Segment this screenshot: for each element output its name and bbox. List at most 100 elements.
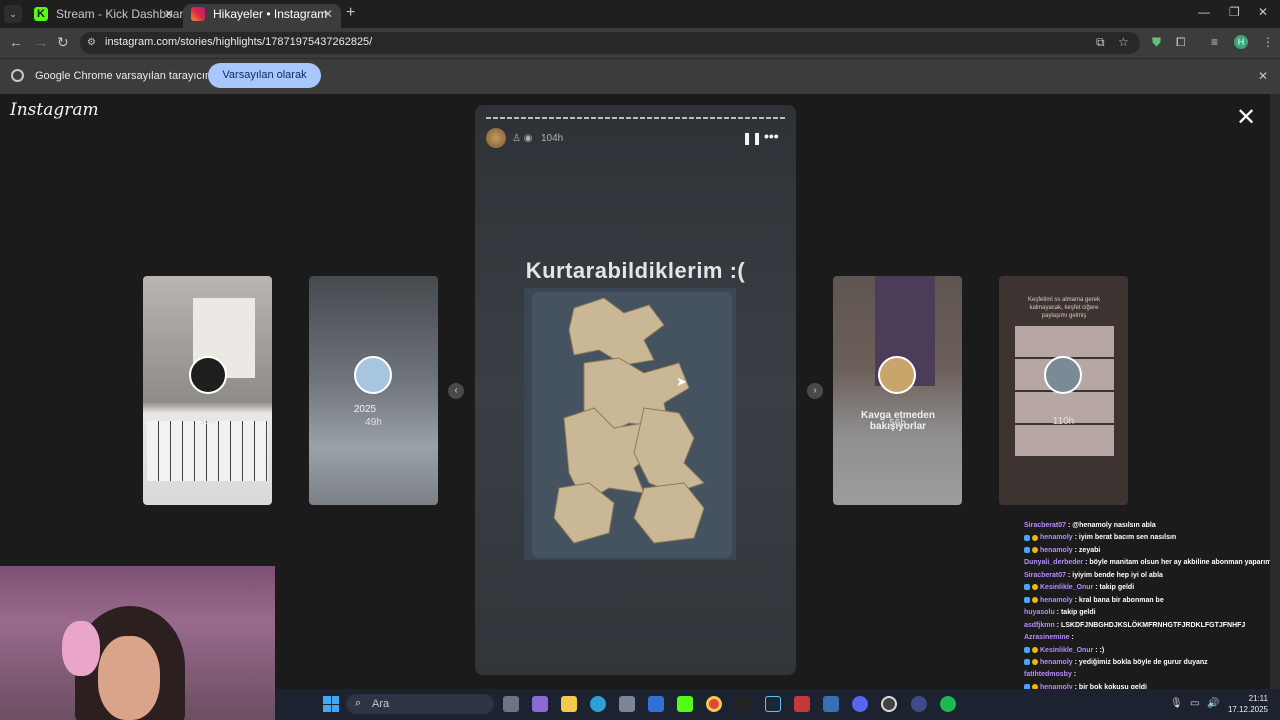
chat-text: takip geldi	[1099, 584, 1135, 592]
tab-kick-dashboard[interactable]: K Stream - Kick Dashboard ✕	[26, 4, 190, 28]
taskbar-search[interactable]	[346, 694, 494, 714]
taskbar-search-placeholder[interactable]: Ara	[372, 698, 389, 710]
previous-story-button[interactable]: ‹	[448, 383, 464, 399]
story-thumbnail-4[interactable]: Keşfetimi ss almama gerek kalmayacak, ke…	[999, 276, 1128, 505]
profile-avatar[interactable]: H	[1234, 35, 1248, 49]
app-icon[interactable]	[911, 696, 927, 712]
window-close-icon[interactable]: ✕	[1258, 5, 1268, 19]
windows-start-icon[interactable]	[323, 696, 339, 712]
chat-username[interactable]: Dunyali_derbeder	[1024, 559, 1083, 566]
infobar-close-icon[interactable]: ✕	[1258, 69, 1268, 83]
chrome-icon	[11, 69, 24, 82]
chat-message: asdfjkmn : LSKDFJNBGHDJKSLÖKMFRNHGTFJRDK…	[1024, 620, 1270, 632]
streaming-app-icon[interactable]	[794, 696, 810, 712]
chat-separator: :	[1069, 634, 1074, 642]
chat-badge-icon	[1032, 547, 1038, 554]
chat-username[interactable]: huyasolu	[1024, 609, 1055, 616]
chat-username[interactable]: asdfjkmn	[1024, 622, 1055, 629]
chat-username[interactable]: Kesinlikle_Onur	[1040, 584, 1093, 591]
chat-username[interactable]: henamoly	[1040, 547, 1073, 554]
tab-search-button[interactable]: ⌄	[4, 5, 22, 23]
chat-message: Kesinlikle_Onur : takip geldi	[1024, 582, 1270, 594]
thumbnail-time: 56h	[889, 418, 906, 429]
chat-username[interactable]: Siracberat07	[1024, 572, 1066, 579]
more-options-icon[interactable]: •••	[764, 128, 779, 144]
story-caption: Kurtarabildiklerim :(	[525, 258, 746, 283]
extensions-icon[interactable]: ⧠	[1176, 35, 1186, 50]
instagram-logo[interactable]: Instagram	[10, 100, 99, 120]
chat-message: henamoly : yediğimiz bokla böyle de guru…	[1024, 657, 1270, 669]
app-icon[interactable]	[852, 696, 868, 712]
store-icon[interactable]	[619, 696, 635, 712]
install-app-icon[interactable]: ⧉	[1096, 35, 1105, 50]
reading-list-icon[interactable]: ≡	[1211, 35, 1218, 49]
tab-instagram-stories[interactable]: Hikayeler • Instagram ✕	[183, 4, 341, 28]
url-text[interactable]: instagram.com/stories/highlights/1787197…	[105, 36, 372, 48]
chat-message: Siracberat07 : @henamoly nasılsın abla	[1024, 520, 1270, 532]
chrome-taskbar-icon[interactable]	[706, 696, 722, 712]
restore-icon[interactable]: ❐	[1229, 5, 1240, 19]
highlight-avatar	[878, 356, 916, 394]
site-info-icon[interactable]: ⚙	[87, 37, 96, 48]
chat-message: Azrasinemine :	[1024, 632, 1270, 644]
webcam-overlay	[0, 566, 275, 720]
chat-badge-icon	[1024, 584, 1030, 591]
chat-message: Siracberat07 : iyiyim bende hep iyi ol a…	[1024, 570, 1270, 582]
epic-games-icon[interactable]	[736, 696, 752, 712]
story-thumbnail-1[interactable]: 35h	[143, 276, 272, 505]
thumbnail-label: 2025	[353, 404, 377, 415]
chat-username[interactable]: Azrasinemine	[1024, 634, 1070, 641]
edge-icon[interactable]	[590, 696, 606, 712]
close-tab-icon[interactable]: ✕	[164, 4, 174, 24]
steam-icon[interactable]	[765, 696, 781, 712]
close-viewer-icon[interactable]: ✕	[1236, 103, 1256, 132]
instagram-icon	[191, 7, 205, 21]
set-default-button[interactable]: Varsayılan olarak ayarla	[208, 63, 321, 106]
minimize-icon[interactable]: —	[1198, 5, 1210, 19]
clock-date: 17.12.2025	[1227, 705, 1268, 714]
chat-text: yediğimiz bokla böyle de gurur duyanz	[1078, 658, 1208, 666]
highlight-icons: ♙ ◉	[512, 133, 533, 144]
spotify-icon[interactable]	[940, 696, 956, 712]
task-view-icon[interactable]	[503, 696, 519, 712]
story-photo-cookies	[524, 288, 736, 560]
file-explorer-icon[interactable]	[561, 696, 577, 712]
chat-badge-icon	[1032, 534, 1038, 541]
chat-text: :)	[1099, 646, 1105, 654]
chrome-menu-icon[interactable]: ⋮	[1262, 35, 1274, 49]
chat-username[interactable]: Kesinlikle_Onur	[1040, 647, 1093, 654]
chat-separator: :	[1071, 671, 1077, 679]
taskbar-clock[interactable]: 21:11 17.12.2025	[1224, 693, 1268, 715]
story-thumbnail-3[interactable]: Kavga etmeden bakışıyorlar 56h	[833, 276, 962, 505]
obs-icon[interactable]	[881, 696, 897, 712]
kick-icon: K	[34, 7, 48, 21]
kick-app-icon[interactable]	[677, 696, 693, 712]
chat-username[interactable]: henamoly	[1040, 597, 1073, 604]
chat-text: @henamoly nasılsın abla	[1072, 522, 1156, 529]
pause-icon[interactable]: ❚❚	[742, 131, 762, 145]
shield-extension-icon[interactable]: ⛊	[1152, 35, 1161, 50]
chat-badge-icon	[1024, 646, 1030, 653]
chat-username[interactable]: henamoly	[1040, 659, 1073, 666]
copilot-icon[interactable]	[532, 696, 548, 712]
forward-icon[interactable]: →	[34, 34, 48, 50]
reload-icon[interactable]: ↻	[57, 34, 69, 51]
story-author-avatar[interactable]	[486, 128, 506, 148]
bookmark-star-icon[interactable]: ☆	[1118, 35, 1129, 49]
chat-username[interactable]: henamoly	[1040, 534, 1073, 541]
chat-badge-icon	[1032, 646, 1038, 653]
back-icon[interactable]: ←	[9, 34, 23, 50]
volume-icon[interactable]: 🔊	[1207, 698, 1219, 709]
chat-username[interactable]: Siracberat07	[1024, 522, 1066, 529]
highlight-avatar	[1044, 356, 1082, 394]
next-story-button[interactable]: ›	[807, 383, 823, 399]
microphone-icon[interactable]: 🎙	[1170, 698, 1183, 709]
chat-username[interactable]: fatihtedmosby	[1024, 671, 1072, 678]
new-tab-button[interactable]: +	[346, 4, 355, 22]
network-icon[interactable]: ▭	[1190, 698, 1199, 709]
page-scrollbar[interactable]	[1270, 94, 1280, 720]
story-thumbnail-2[interactable]: 2025 49h	[309, 276, 438, 505]
outlook-icon[interactable]	[648, 696, 664, 712]
app-icon[interactable]	[823, 696, 839, 712]
close-tab-icon[interactable]: ✕	[323, 4, 333, 24]
